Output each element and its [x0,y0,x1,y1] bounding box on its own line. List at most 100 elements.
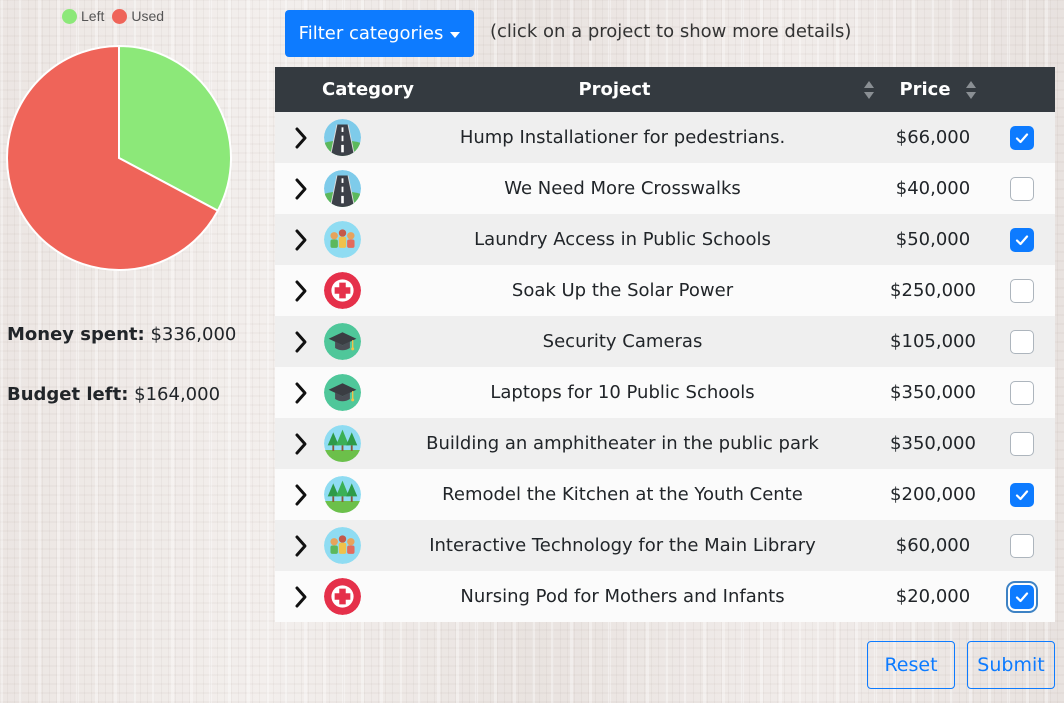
checkmark-icon [1015,591,1029,602]
expand-cell[interactable] [275,520,312,571]
graduation-cap-icon [312,374,368,411]
money-spent-label: Money spent: [7,324,145,345]
chevron-right-icon[interactable] [294,381,308,405]
header-project-label: Project [578,79,651,100]
select-cell [989,520,1055,571]
project-checkbox[interactable] [1010,227,1034,252]
project-price: $20,000 [877,571,989,622]
project-row[interactable]: Laptops for 10 Public Schools $350,000 [275,367,1055,418]
select-cell [989,367,1055,418]
project-name[interactable]: Nursing Pod for Mothers and Infants [368,571,877,622]
expand-cell[interactable] [275,418,312,469]
header-expand [275,67,312,112]
project-price: $350,000 [877,418,989,469]
hint-text: (click on a project to show more details… [490,21,852,42]
project-name[interactable]: Laundry Access in Public Schools [368,214,877,265]
project-row[interactable]: Hump Installationer for pedestrians. $66,… [275,112,1055,163]
chevron-right-icon[interactable] [294,534,308,558]
road-icon [312,170,368,207]
select-cell [989,316,1055,367]
project-checkbox[interactable] [1010,482,1034,507]
money-spent-value: $336,000 [150,324,237,345]
health-cross-icon [312,272,368,309]
project-checkbox[interactable] [1010,176,1034,201]
category-cell [312,418,368,469]
project-checkbox[interactable] [1010,584,1034,609]
project-price: $200,000 [877,469,989,520]
project-row[interactable]: Interactive Technology for the Main Libr… [275,520,1055,571]
project-checkbox[interactable] [1010,329,1034,354]
chevron-right-icon[interactable] [294,177,308,201]
header-price-label: Price [899,79,951,100]
chevron-right-icon[interactable] [294,483,308,507]
filter-categories-button[interactable]: Filter categories [285,10,474,57]
community-icon [312,527,368,564]
header-price[interactable]: Price [877,67,989,112]
expand-cell[interactable] [275,265,312,316]
project-row[interactable]: Building an amphitheater in the public p… [275,418,1055,469]
category-cell [312,265,368,316]
project-row[interactable]: Security Cameras $105,000 [275,316,1055,367]
budget-left-stat: Budget left: $164,000 [7,384,220,405]
chevron-right-icon[interactable] [294,279,308,303]
legend-item-left[interactable]: Left [62,8,104,24]
submit-button[interactable]: Submit [967,641,1055,689]
projects-table: Category Project Price Hump Installation… [275,67,1055,622]
project-row[interactable]: Laundry Access in Public Schools $50,000 [275,214,1055,265]
project-checkbox[interactable] [1010,431,1034,456]
legend-item-used[interactable]: Used [112,8,164,24]
project-name[interactable]: Security Cameras [368,316,877,367]
road-icon [312,119,368,156]
category-cell [312,163,368,214]
checkmark-icon [1015,234,1029,245]
budget-left-label: Budget left: [7,384,129,405]
category-cell [312,520,368,571]
project-name[interactable]: Hump Installationer for pedestrians. [368,112,877,163]
money-spent-stat: Money spent: $336,000 [7,324,236,345]
project-price: $250,000 [877,265,989,316]
chevron-right-icon[interactable] [294,126,308,150]
expand-cell[interactable] [275,367,312,418]
checkmark-icon [1015,489,1029,500]
category-cell [312,571,368,622]
project-name[interactable]: Laptops for 10 Public Schools [368,367,877,418]
project-checkbox[interactable] [1010,380,1034,405]
expand-cell[interactable] [275,469,312,520]
project-row[interactable]: Soak Up the Solar Power $250,000 [275,265,1055,316]
project-checkbox[interactable] [1010,533,1034,558]
project-name[interactable]: Interactive Technology for the Main Libr… [368,520,877,571]
expand-cell[interactable] [275,163,312,214]
select-cell [989,112,1055,163]
project-name[interactable]: Building an amphitheater in the public p… [368,418,877,469]
expand-cell[interactable] [275,214,312,265]
project-price: $60,000 [877,520,989,571]
reset-button[interactable]: Reset [867,641,955,689]
community-icon [312,221,368,258]
project-row[interactable]: Remodel the Kitchen at the Youth Cente $2… [275,469,1055,520]
budget-left-value: $164,000 [134,384,221,405]
select-cell [989,418,1055,469]
project-row[interactable]: We Need More Crosswalks $40,000 [275,163,1055,214]
legend-label-left: Left [81,8,105,24]
project-checkbox[interactable] [1010,125,1034,150]
chevron-right-icon[interactable] [294,330,308,354]
project-name[interactable]: Soak Up the Solar Power [368,265,877,316]
project-price: $40,000 [877,163,989,214]
chevron-right-icon[interactable] [294,228,308,252]
project-name[interactable]: We Need More Crosswalks [368,163,877,214]
project-checkbox[interactable] [1010,278,1034,303]
chevron-right-icon[interactable] [294,585,308,609]
filter-categories-label: Filter categories [298,23,444,44]
expand-cell[interactable] [275,112,312,163]
category-cell [312,367,368,418]
chevron-right-icon[interactable] [294,432,308,456]
project-row[interactable]: Nursing Pod for Mothers and Infants $20,0… [275,571,1055,622]
category-cell [312,112,368,163]
sort-icon[interactable] [965,80,977,100]
project-name[interactable]: Remodel the Kitchen at the Youth Cente [368,469,877,520]
expand-cell[interactable] [275,571,312,622]
expand-cell[interactable] [275,316,312,367]
sort-icon[interactable] [863,80,875,100]
category-cell [312,214,368,265]
header-project[interactable]: Project [368,67,877,112]
